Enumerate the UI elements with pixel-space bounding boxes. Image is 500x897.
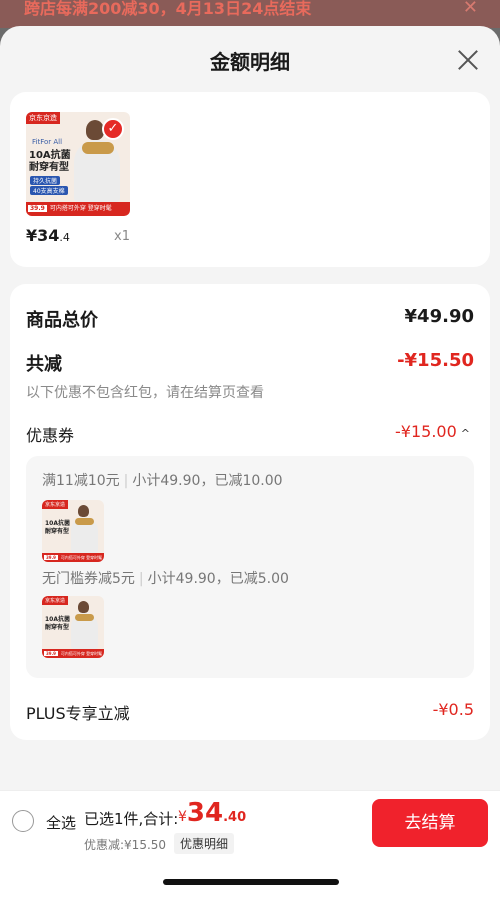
thumb-promo-text: 可内搭可外穿 登穿时髦 [60, 555, 103, 560]
thumb-promo-text: 可内搭可外穿 登穿时髦 [60, 651, 103, 656]
reduce-note: 以下优惠不包含红包，请在结算页查看 [26, 385, 264, 401]
thumb-promo-price: 39.9 [28, 205, 47, 212]
product-card: 京东京造 FitFor All 10A抗菌 耐穿有型 持久抗菌 40支高支棉 3… [10, 92, 490, 267]
sheet-title: 金额明细 [210, 50, 290, 74]
coupon-rule-2-summary: 小计49.90，已减5.00 [147, 571, 289, 587]
thumb-title-2: 耐穿有型 [45, 528, 70, 535]
brand-tag: 京东京造 [26, 112, 60, 124]
total-int: 34 [186, 798, 224, 828]
thumb-promo-text: 可内搭可外穿 登穿时髦 [49, 205, 112, 212]
total-currency: ¥ [178, 809, 187, 825]
thumb-title-2: 耐穿有型 [45, 624, 70, 631]
coupon-toggle[interactable]: -¥15.00 ^ [395, 422, 470, 441]
thumb-promo-bar: 39.9 可内搭可外穿 登穿时髦 [42, 553, 104, 562]
product-price-dec: .4 [59, 231, 70, 244]
coupon-rule-1: 满11减10元 | 小计49.90，已减10.00 [42, 473, 283, 489]
coupon-label: 优惠券 [26, 426, 75, 445]
total-reduce-value: -¥15.50 [397, 350, 474, 371]
model-scarf [82, 142, 114, 154]
banner-close-icon[interactable]: ✕ [463, 0, 478, 17]
discount-detail-button[interactable]: 优惠明细 [174, 833, 235, 854]
product-quantity: x1 [114, 229, 130, 244]
total-dec: .40 [223, 810, 247, 825]
chevron-up-icon: ^ [460, 427, 470, 440]
thumb-title-1: 10A抗菌 [45, 520, 70, 527]
model-head [78, 505, 89, 517]
checkout-button[interactable]: 去结算 [372, 799, 488, 847]
thumb-pill-2: 40支高支棉 [30, 186, 68, 195]
product-thumbnail[interactable]: 京东京造 FitFor All 10A抗菌 耐穿有型 持久抗菌 40支高支棉 3… [26, 112, 130, 216]
selected-check-icon[interactable]: ✓ [102, 118, 124, 140]
thumb-promo-bar: 39.9 可内搭可外穿 登穿时髦 [26, 202, 130, 216]
thumb-promo-price: 39.9 [44, 555, 58, 560]
thumb-en-label: FitFor All [32, 138, 63, 146]
checkout-bar: 全选 已选1件,合计: ¥34.40 优惠减:¥15.50 优惠明细 去结算 [0, 790, 500, 897]
brand-tag: 京东京造 [42, 500, 69, 509]
model-scarf [75, 614, 94, 621]
thumb-title-1: 10A抗菌 [45, 616, 70, 623]
price-detail-card: 商品总价 ¥49.90 共减 -¥15.50 以下优惠不包含红包，请在结算页查看… [10, 284, 490, 740]
brand-tag: 京东京造 [42, 596, 69, 605]
coupon-rule-1-name: 满11减10元 [42, 473, 120, 489]
thumb-promo-price: 39.9 [44, 651, 58, 656]
select-all-radio[interactable] [12, 810, 34, 832]
product-price-int: ¥34 [26, 226, 60, 245]
total-reduce-label: 共减 [26, 354, 62, 375]
home-indicator[interactable] [163, 879, 339, 885]
plus-discount-value: -¥0.5 [432, 700, 474, 719]
model-scarf [75, 518, 94, 525]
plus-discount-label: PLUS专享立减 [26, 704, 130, 723]
promo-banner: 跨店每满200减30，4月13日24点结束 ✕ [0, 0, 500, 28]
product-price: ¥34.4 [26, 226, 70, 245]
sheet-header: 金额明细 [0, 26, 500, 92]
close-icon[interactable] [456, 48, 480, 72]
thumb-promo-bar: 39.9 可内搭可外穿 登穿时髦 [42, 649, 104, 658]
thumb-title-2: 耐穿有型 [29, 162, 69, 173]
discount-note: 优惠减:¥15.50 [84, 838, 167, 852]
thumb-title-1: 10A抗菌 [29, 150, 71, 161]
thumb-pill-1: 持久抗菌 [30, 176, 61, 185]
coupon-product-thumb-2[interactable]: 京东京造 10A抗菌 耐穿有型 39.9 可内搭可外穿 登穿时髦 [42, 596, 104, 658]
select-all-label[interactable]: 全选 [46, 812, 76, 833]
coupon-rule-2: 无门槛券减5元 | 小计49.90，已减5.00 [42, 571, 289, 587]
coupon-list: 满11减10元 | 小计49.90，已减10.00 京东京造 10A抗菌 耐穿有型 … [26, 456, 474, 678]
total-amount: ¥34.40 [178, 798, 246, 828]
total-price-label: 商品总价 [26, 310, 98, 331]
amount-detail-sheet: 金额明细 京东京造 FitFor All 10A抗菌 耐穿有型 持久抗菌 40支… [0, 26, 500, 897]
selected-count: 已选1件,合计: [84, 810, 179, 828]
coupon-value: -¥15.00 [395, 422, 457, 441]
coupon-product-thumb-1[interactable]: 京东京造 10A抗菌 耐穿有型 39.9 可内搭可外穿 登穿时髦 [42, 500, 104, 562]
promo-banner-text: 跨店每满200减30，4月13日24点结束 [24, 0, 312, 18]
total-price-value: ¥49.90 [404, 306, 474, 327]
coupon-rule-2-name: 无门槛券减5元 [42, 571, 135, 587]
model-head [78, 601, 89, 613]
coupon-rule-1-summary: 小计49.90，已减10.00 [132, 473, 283, 489]
